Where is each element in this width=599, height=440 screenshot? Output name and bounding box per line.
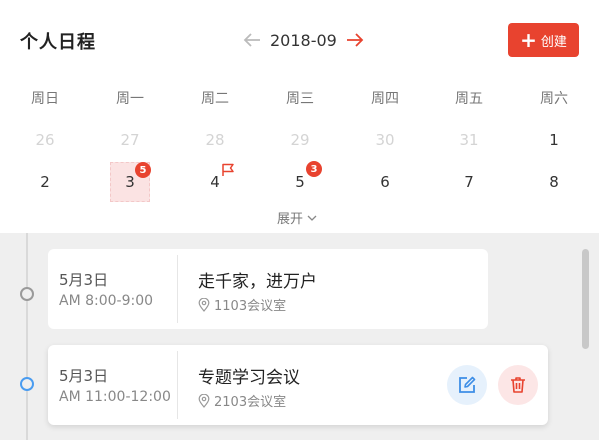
timeline-dot-active	[20, 377, 34, 391]
calendar-day[interactable]: 7	[449, 162, 489, 202]
calendar-day[interactable]: 29	[280, 120, 320, 160]
plus-icon: +	[520, 28, 537, 52]
day-number: 7	[464, 173, 474, 191]
chevron-down-icon	[307, 215, 317, 221]
card-divider	[177, 255, 178, 323]
event-list: 5月3日 AM 8:00-9:00 走千家，进万户 1103会议室 5月3日 A…	[0, 233, 599, 440]
header: 个人日程 2018-09 + 创建	[0, 0, 599, 80]
event-title: 走千家，进万户	[198, 272, 317, 292]
day-number: 2	[40, 173, 50, 191]
expand-toggle[interactable]: 展开	[277, 208, 317, 227]
event-date: 5月3日	[59, 271, 109, 289]
trash-icon	[511, 377, 525, 393]
flag-icon	[221, 163, 235, 181]
next-month-arrow-icon[interactable]	[343, 28, 367, 52]
day-number: 8	[549, 173, 559, 191]
event-card-active[interactable]: 5月3日 AM 11:00-12:00 专题学习会议 2103会议室	[48, 345, 548, 425]
delete-button[interactable]	[498, 365, 538, 405]
weekday-tue: 周二	[201, 91, 229, 107]
event-location: 1103会议室	[198, 295, 286, 314]
calendar-day[interactable]: 28	[195, 120, 235, 160]
weekday-header: 周日 周一 周二 周三 周四 周五 周六	[0, 88, 599, 108]
calendar-week-2: 2 3 5 4 5 3 6 7 8	[0, 161, 599, 202]
day-number: 3	[125, 173, 135, 191]
weekday-sat: 周六	[540, 91, 568, 107]
calendar-day[interactable]: 2	[25, 162, 65, 202]
current-month-label: 2018-09	[270, 30, 337, 50]
location-pin-icon	[198, 297, 210, 312]
timeline-dot	[20, 287, 34, 301]
calendar-day[interactable]: 27	[110, 120, 150, 160]
day-number: 5	[295, 173, 305, 191]
page-title: 个人日程	[20, 32, 96, 53]
event-location-text: 1103会议室	[214, 299, 287, 314]
event-location: 2103会议室	[198, 391, 286, 410]
weekday-mon: 周一	[116, 91, 144, 107]
edit-button[interactable]	[447, 365, 487, 405]
calendar-day-selected[interactable]: 3 5	[110, 162, 151, 202]
prev-month-arrow-icon[interactable]	[240, 28, 264, 52]
event-title: 专题学习会议	[198, 368, 300, 388]
calendar-day[interactable]: 31	[449, 120, 489, 160]
calendar-day[interactable]: 8	[534, 162, 574, 202]
scrollbar-thumb[interactable]	[582, 249, 589, 349]
event-count-badge: 3	[306, 161, 322, 177]
expand-label: 展开	[277, 212, 304, 227]
calendar-day[interactable]: 4	[195, 162, 235, 202]
day-number: 4	[210, 173, 220, 191]
event-date: 5月3日	[59, 367, 109, 385]
weekday-thu: 周四	[371, 91, 399, 107]
calendar-day[interactable]: 26	[25, 120, 65, 160]
event-location-text: 2103会议室	[214, 395, 287, 410]
calendar-day[interactable]: 30	[365, 120, 405, 160]
calendar-day[interactable]: 5 3	[280, 161, 322, 202]
event-time: AM 11:00-12:00	[59, 389, 171, 405]
day-number: 6	[380, 173, 390, 191]
weekday-sun: 周日	[31, 91, 59, 107]
timeline-line	[26, 233, 28, 440]
location-pin-icon	[198, 393, 210, 408]
card-divider	[177, 351, 178, 419]
event-time: AM 8:00-9:00	[59, 293, 154, 309]
event-card[interactable]: 5月3日 AM 8:00-9:00 走千家，进万户 1103会议室	[48, 249, 488, 329]
month-navigator: 2018-09	[240, 28, 367, 52]
weekday-fri: 周五	[455, 91, 483, 107]
create-button[interactable]: + 创建	[508, 23, 579, 57]
calendar-day[interactable]: 6	[365, 162, 405, 202]
edit-icon	[459, 376, 476, 393]
create-button-label: 创建	[540, 34, 567, 50]
event-count-badge: 5	[135, 162, 151, 178]
calendar-week-1: 26 27 28 29 30 31 1	[0, 120, 599, 160]
calendar-day[interactable]: 1	[534, 120, 574, 160]
weekday-wed: 周三	[286, 91, 314, 107]
